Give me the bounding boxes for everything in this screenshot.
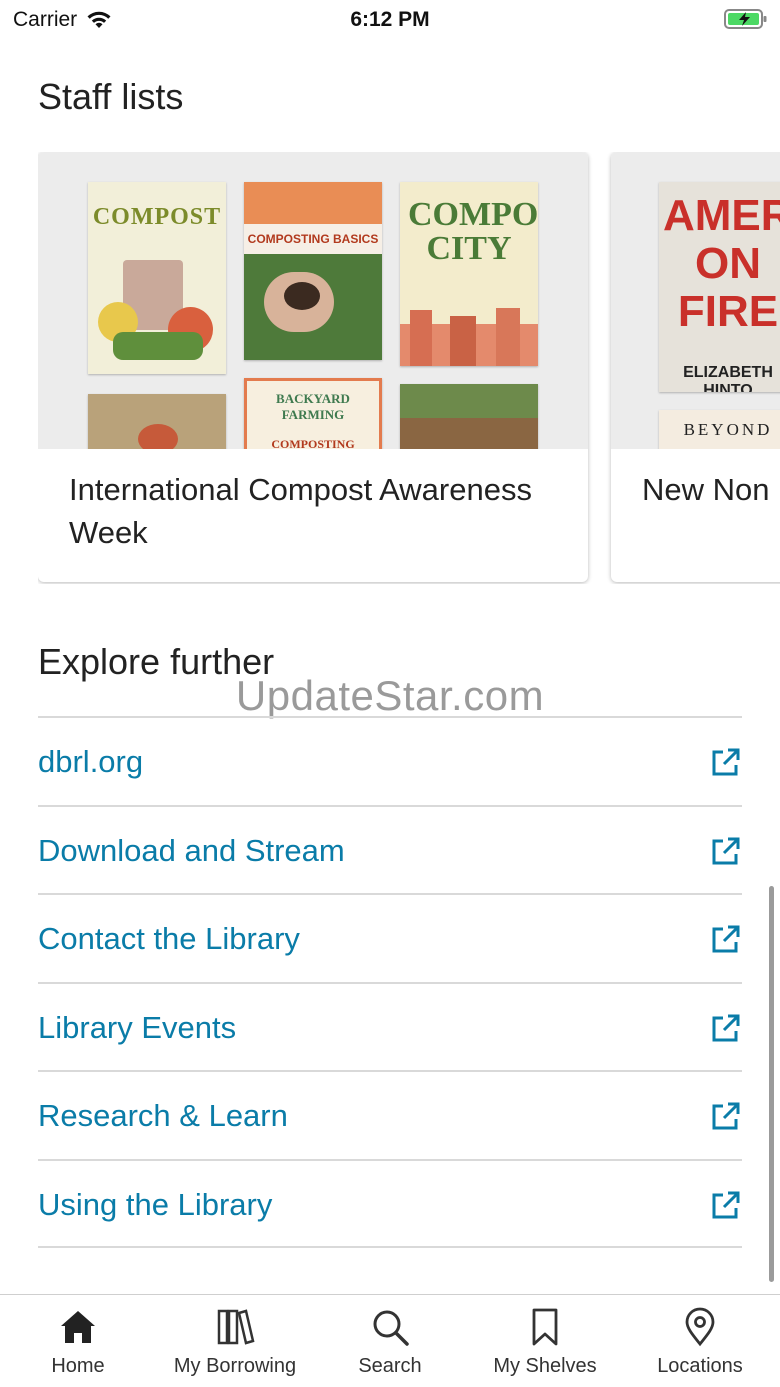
- link-label: Using the Library: [38, 1186, 273, 1222]
- status-time: 6:12 PM: [350, 8, 430, 31]
- book-cover: BEYOND: [659, 410, 780, 449]
- staff-list-card[interactable]: COMPOST COMPOSTING BASICS COMPOST CITY: [38, 152, 588, 582]
- link-dbrl[interactable]: dbrl.org: [38, 716, 742, 805]
- link-download-stream[interactable]: Download and Stream: [38, 804, 742, 894]
- card-title: New Non May 2021: [642, 472, 780, 507]
- link-label: Contact the Library: [38, 921, 300, 957]
- external-link-icon: [712, 1191, 740, 1219]
- link-contact-library[interactable]: Contact the Library: [38, 893, 742, 982]
- link-library-events[interactable]: Library Events: [38, 981, 742, 1071]
- tab-bar: Home My Borrowing Search My Shelves Loca…: [0, 1294, 780, 1387]
- explore-links-list: dbrl.org Download and Stream Contact the…: [38, 716, 742, 1248]
- book-cover: BACKYARD FARMING COMPOSTING: [244, 378, 382, 449]
- book-cover: COMPOST: [88, 182, 226, 374]
- external-link-icon: [712, 1102, 740, 1130]
- books-icon: [217, 1309, 255, 1345]
- status-bar: Carrier 6:12 PM: [0, 0, 780, 40]
- card-cover-collage: COMPOST COMPOSTING BASICS COMPOST CITY: [38, 152, 588, 449]
- staff-lists-title: Staff lists: [38, 76, 184, 117]
- link-label: dbrl.org: [38, 744, 144, 779]
- battery-icon: [724, 8, 768, 35]
- book-cover: COMPOSTING BASICS: [244, 182, 382, 360]
- book-cover: [88, 394, 226, 449]
- tab-home[interactable]: Home: [18, 1295, 138, 1387]
- tab-label: My Shelves: [493, 1355, 597, 1377]
- external-link-icon: [712, 748, 740, 776]
- tab-search[interactable]: Search: [330, 1295, 450, 1387]
- link-label: Library Events: [38, 1009, 237, 1045]
- home-icon: [61, 1311, 95, 1343]
- book-cover: [400, 384, 538, 449]
- link-research-learn[interactable]: Research & Learn: [38, 1070, 742, 1159]
- card-cover-collage: AMERICA ON FIRE ELIZABETH HINTO BEYOND: [611, 152, 780, 449]
- tab-label: Home: [51, 1355, 105, 1377]
- map-pin-icon: [685, 1307, 715, 1347]
- scrollbar[interactable]: [769, 886, 774, 1282]
- external-link-icon: [712, 837, 740, 865]
- link-using-library[interactable]: Using the Library: [38, 1158, 742, 1248]
- tab-label: Search: [358, 1355, 422, 1377]
- tab-my-borrowing[interactable]: My Borrowing: [160, 1295, 310, 1387]
- tab-locations[interactable]: Locations: [640, 1295, 760, 1387]
- tab-label: My Borrowing: [173, 1355, 297, 1377]
- tab-my-shelves[interactable]: My Shelves: [480, 1295, 610, 1387]
- staff-list-card[interactable]: AMERICA ON FIRE ELIZABETH HINTO BEYOND N…: [611, 152, 780, 582]
- bookmark-icon: [532, 1308, 558, 1346]
- book-cover: AMERICA ON FIRE ELIZABETH HINTO: [659, 182, 780, 392]
- external-link-icon: [712, 1014, 740, 1042]
- search-icon: [373, 1310, 409, 1346]
- link-label: Research & Learn: [38, 1098, 288, 1134]
- link-label: Download and Stream: [38, 832, 345, 868]
- staff-lists-carousel[interactable]: COMPOST COMPOSTING BASICS COMPOST CITY: [38, 152, 780, 584]
- card-title: International Compost Awareness Week: [69, 472, 532, 550]
- tab-label: Locations: [657, 1355, 743, 1377]
- book-cover: COMPOST CITY: [400, 182, 538, 366]
- external-link-icon: [712, 925, 740, 953]
- watermark: UpdateStar.com: [235, 672, 545, 719]
